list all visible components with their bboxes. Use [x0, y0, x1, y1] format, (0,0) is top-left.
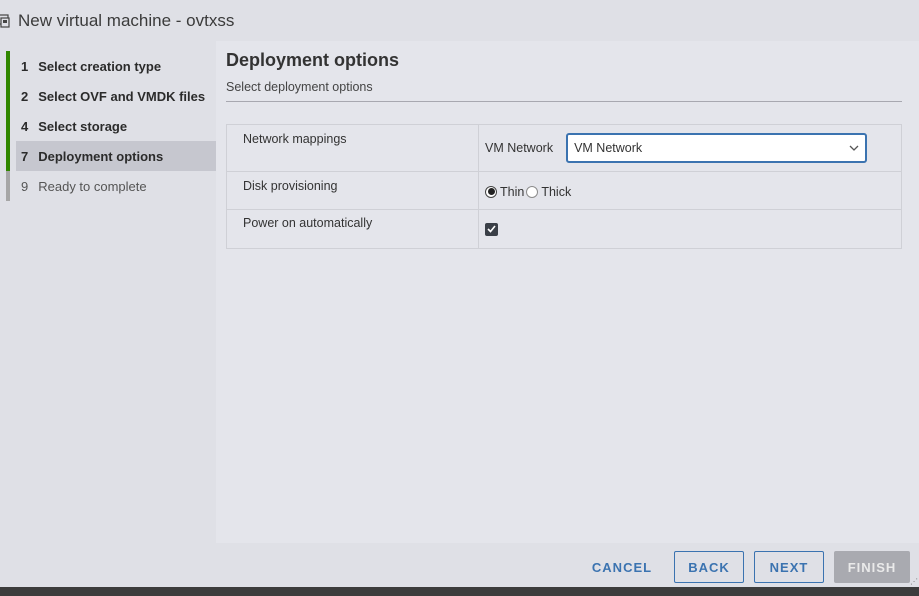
- network-select[interactable]: VM Network: [566, 133, 868, 163]
- vm-network-label: VM Network: [485, 141, 554, 155]
- step-status-bar: [6, 171, 10, 201]
- thin-option[interactable]: Thin: [485, 185, 524, 199]
- thick-option[interactable]: Thick: [526, 185, 571, 199]
- step-select-creation-type[interactable]: 1 Select creation type: [6, 51, 216, 81]
- step-deployment-options[interactable]: 7 Deployment options: [6, 141, 216, 171]
- wizard-footer: CANCEL BACK NEXT FINISH: [0, 543, 919, 587]
- step-label: Deployment options: [38, 148, 164, 164]
- main-panel: Deployment options Select deployment opt…: [216, 41, 919, 543]
- step-status-bar: [6, 111, 10, 141]
- thick-radio[interactable]: [526, 185, 539, 198]
- thick-radio-label: Thick: [541, 184, 572, 199]
- step-select-storage[interactable]: 4 Select storage: [6, 111, 216, 141]
- step-status-bar: [6, 141, 10, 171]
- page-subtitle: Select deployment options: [226, 80, 373, 94]
- network-select-value: VM Network: [574, 141, 643, 155]
- step-number: 9: [21, 178, 29, 194]
- network-mappings-label: Network mappings: [243, 132, 347, 146]
- network-mappings-row: Network mappings VM Network VM Network: [227, 125, 901, 172]
- step-number: 2: [21, 88, 29, 104]
- disk-provisioning-row: Disk provisioning Thin Thick: [227, 172, 901, 210]
- next-button[interactable]: NEXT: [754, 551, 824, 583]
- deployment-options-table: Network mappings VM Network VM Network D…: [226, 124, 902, 249]
- cancel-button[interactable]: CANCEL: [588, 551, 656, 583]
- power-on-row: Power on automatically: [227, 210, 901, 248]
- virtual-machine-icon: [0, 13, 12, 29]
- power-on-label: Power on automatically: [243, 216, 373, 230]
- bottom-strip: [0, 587, 919, 596]
- step-number: 7: [21, 148, 29, 164]
- step-status-bar: [6, 51, 10, 81]
- finish-button[interactable]: FINISH: [834, 551, 910, 583]
- step-label: Ready to complete: [38, 178, 147, 194]
- disk-provisioning-label: Disk provisioning: [243, 179, 338, 193]
- resize-grip-icon[interactable]: ⋰: [910, 577, 918, 586]
- step-number: 1: [21, 58, 29, 74]
- back-button[interactable]: BACK: [674, 551, 744, 583]
- thin-radio[interactable]: [485, 185, 497, 198]
- checkmark-icon: [487, 225, 496, 233]
- divider: [226, 101, 902, 102]
- step-status-bar: [6, 81, 10, 111]
- step-number: 4: [21, 118, 29, 134]
- step-label: Select storage: [38, 118, 128, 134]
- title-bar: New virtual machine - ovtxss: [0, 0, 919, 41]
- thin-radio-label: Thin: [500, 184, 525, 199]
- page-title: Deployment options: [226, 50, 400, 70]
- wizard-steps-sidebar: 1 Select creation type 2 Select OVF and …: [0, 41, 216, 543]
- step-label: Select creation type: [38, 58, 162, 74]
- step-label: Select OVF and VMDK files: [38, 88, 206, 104]
- step-select-ovf-vmdk-files[interactable]: 2 Select OVF and VMDK files: [6, 81, 216, 111]
- window-title: New virtual machine - ovtxss: [18, 10, 235, 30]
- step-ready-to-complete[interactable]: 9 Ready to complete: [6, 171, 216, 201]
- chevron-down-icon: [849, 145, 859, 151]
- power-on-checkbox[interactable]: [485, 222, 498, 236]
